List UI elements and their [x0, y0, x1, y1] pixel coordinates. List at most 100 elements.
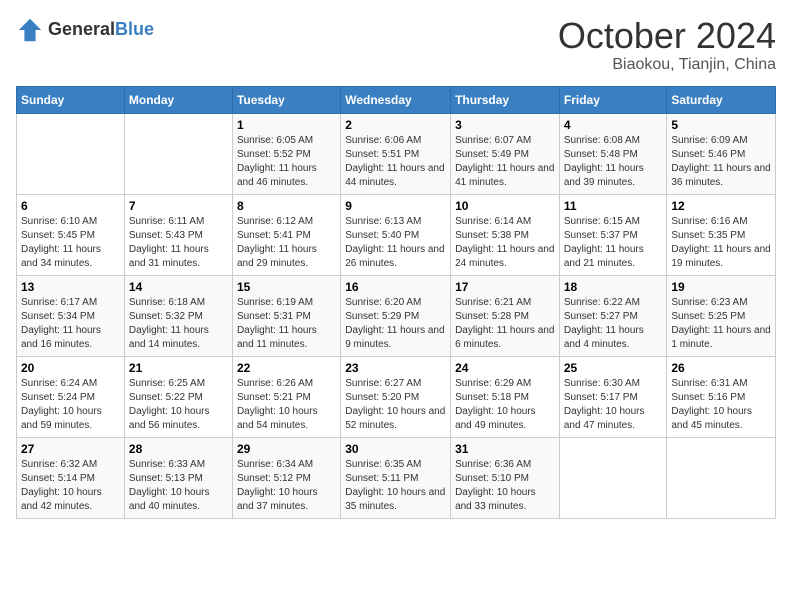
day-number: 31 — [455, 442, 555, 456]
calendar-cell: 13 Sunrise: 6:17 AMSunset: 5:34 PMDaylig… — [17, 275, 125, 356]
calendar-cell: 21 Sunrise: 6:25 AMSunset: 5:22 PMDaylig… — [124, 356, 232, 437]
calendar-cell: 18 Sunrise: 6:22 AMSunset: 5:27 PMDaylig… — [559, 275, 667, 356]
day-info: Sunrise: 6:32 AMSunset: 5:14 PMDaylight:… — [21, 459, 102, 512]
day-info: Sunrise: 6:36 AMSunset: 5:10 PMDaylight:… — [455, 459, 536, 512]
calendar-cell: 26 Sunrise: 6:31 AMSunset: 5:16 PMDaylig… — [667, 356, 776, 437]
calendar-cell: 29 Sunrise: 6:34 AMSunset: 5:12 PMDaylig… — [232, 437, 340, 518]
calendar-cell: 24 Sunrise: 6:29 AMSunset: 5:18 PMDaylig… — [451, 356, 560, 437]
day-info: Sunrise: 6:20 AMSunset: 5:29 PMDaylight:… — [345, 297, 444, 350]
day-number: 11 — [564, 199, 663, 213]
day-info: Sunrise: 6:15 AMSunset: 5:37 PMDaylight:… — [564, 216, 644, 269]
day-number: 29 — [237, 442, 336, 456]
day-number: 9 — [345, 199, 446, 213]
calendar-cell: 31 Sunrise: 6:36 AMSunset: 5:10 PMDaylig… — [451, 437, 560, 518]
calendar-cell: 15 Sunrise: 6:19 AMSunset: 5:31 PMDaylig… — [232, 275, 340, 356]
day-number: 6 — [21, 199, 120, 213]
calendar-cell: 30 Sunrise: 6:35 AMSunset: 5:11 PMDaylig… — [341, 437, 451, 518]
day-number: 27 — [21, 442, 120, 456]
calendar-cell — [17, 113, 125, 194]
page-header: GeneralBlue October 2024 Biaokou, Tianji… — [16, 16, 776, 74]
day-info: Sunrise: 6:18 AMSunset: 5:32 PMDaylight:… — [129, 297, 209, 350]
day-info: Sunrise: 6:19 AMSunset: 5:31 PMDaylight:… — [237, 297, 317, 350]
day-number: 13 — [21, 280, 120, 294]
day-header-friday: Friday — [559, 86, 667, 113]
day-number: 5 — [671, 118, 771, 132]
calendar-cell — [667, 437, 776, 518]
calendar-cell: 3 Sunrise: 6:07 AMSunset: 5:49 PMDayligh… — [451, 113, 560, 194]
day-number: 7 — [129, 199, 228, 213]
calendar-cell: 14 Sunrise: 6:18 AMSunset: 5:32 PMDaylig… — [124, 275, 232, 356]
day-info: Sunrise: 6:34 AMSunset: 5:12 PMDaylight:… — [237, 459, 318, 512]
day-info: Sunrise: 6:08 AMSunset: 5:48 PMDaylight:… — [564, 135, 644, 188]
day-info: Sunrise: 6:29 AMSunset: 5:18 PMDaylight:… — [455, 378, 536, 431]
day-number: 12 — [671, 199, 771, 213]
calendar-cell: 11 Sunrise: 6:15 AMSunset: 5:37 PMDaylig… — [559, 194, 667, 275]
calendar-cell: 23 Sunrise: 6:27 AMSunset: 5:20 PMDaylig… — [341, 356, 451, 437]
day-info: Sunrise: 6:27 AMSunset: 5:20 PMDaylight:… — [345, 378, 445, 431]
calendar-cell: 9 Sunrise: 6:13 AMSunset: 5:40 PMDayligh… — [341, 194, 451, 275]
day-number: 16 — [345, 280, 446, 294]
calendar-body: 1 Sunrise: 6:05 AMSunset: 5:52 PMDayligh… — [17, 113, 776, 518]
day-header-saturday: Saturday — [667, 86, 776, 113]
month-title: October 2024 — [558, 16, 776, 56]
day-info: Sunrise: 6:21 AMSunset: 5:28 PMDaylight:… — [455, 297, 554, 350]
calendar-cell: 10 Sunrise: 6:14 AMSunset: 5:38 PMDaylig… — [451, 194, 560, 275]
calendar-cell: 4 Sunrise: 6:08 AMSunset: 5:48 PMDayligh… — [559, 113, 667, 194]
day-info: Sunrise: 6:06 AMSunset: 5:51 PMDaylight:… — [345, 135, 444, 188]
day-info: Sunrise: 6:31 AMSunset: 5:16 PMDaylight:… — [671, 378, 752, 431]
day-info: Sunrise: 6:23 AMSunset: 5:25 PMDaylight:… — [671, 297, 770, 350]
calendar-cell: 22 Sunrise: 6:26 AMSunset: 5:21 PMDaylig… — [232, 356, 340, 437]
day-header-sunday: Sunday — [17, 86, 125, 113]
calendar-cell — [124, 113, 232, 194]
day-info: Sunrise: 6:17 AMSunset: 5:34 PMDaylight:… — [21, 297, 101, 350]
calendar-cell: 16 Sunrise: 6:20 AMSunset: 5:29 PMDaylig… — [341, 275, 451, 356]
day-info: Sunrise: 6:24 AMSunset: 5:24 PMDaylight:… — [21, 378, 102, 431]
day-number: 4 — [564, 118, 663, 132]
day-number: 23 — [345, 361, 446, 375]
day-number: 2 — [345, 118, 446, 132]
calendar-cell: 27 Sunrise: 6:32 AMSunset: 5:14 PMDaylig… — [17, 437, 125, 518]
logo-icon — [16, 16, 44, 44]
calendar-cell: 12 Sunrise: 6:16 AMSunset: 5:35 PMDaylig… — [667, 194, 776, 275]
calendar-week-5: 27 Sunrise: 6:32 AMSunset: 5:14 PMDaylig… — [17, 437, 776, 518]
day-number: 24 — [455, 361, 555, 375]
day-number: 8 — [237, 199, 336, 213]
calendar-cell: 17 Sunrise: 6:21 AMSunset: 5:28 PMDaylig… — [451, 275, 560, 356]
day-info: Sunrise: 6:16 AMSunset: 5:35 PMDaylight:… — [671, 216, 770, 269]
day-header-monday: Monday — [124, 86, 232, 113]
day-number: 14 — [129, 280, 228, 294]
day-number: 3 — [455, 118, 555, 132]
calendar-week-1: 1 Sunrise: 6:05 AMSunset: 5:52 PMDayligh… — [17, 113, 776, 194]
calendar-cell: 6 Sunrise: 6:10 AMSunset: 5:45 PMDayligh… — [17, 194, 125, 275]
calendar-cell: 28 Sunrise: 6:33 AMSunset: 5:13 PMDaylig… — [124, 437, 232, 518]
calendar-cell: 20 Sunrise: 6:24 AMSunset: 5:24 PMDaylig… — [17, 356, 125, 437]
day-info: Sunrise: 6:30 AMSunset: 5:17 PMDaylight:… — [564, 378, 645, 431]
calendar-week-3: 13 Sunrise: 6:17 AMSunset: 5:34 PMDaylig… — [17, 275, 776, 356]
title-block: October 2024 Biaokou, Tianjin, China — [558, 16, 776, 74]
day-number: 26 — [671, 361, 771, 375]
day-info: Sunrise: 6:14 AMSunset: 5:38 PMDaylight:… — [455, 216, 554, 269]
day-info: Sunrise: 6:35 AMSunset: 5:11 PMDaylight:… — [345, 459, 445, 512]
logo-general: General — [48, 19, 115, 39]
calendar-cell: 8 Sunrise: 6:12 AMSunset: 5:41 PMDayligh… — [232, 194, 340, 275]
calendar-cell: 5 Sunrise: 6:09 AMSunset: 5:46 PMDayligh… — [667, 113, 776, 194]
day-info: Sunrise: 6:09 AMSunset: 5:46 PMDaylight:… — [671, 135, 770, 188]
day-number: 22 — [237, 361, 336, 375]
day-header-tuesday: Tuesday — [232, 86, 340, 113]
day-info: Sunrise: 6:33 AMSunset: 5:13 PMDaylight:… — [129, 459, 210, 512]
location-title: Biaokou, Tianjin, China — [558, 56, 776, 74]
day-header-wednesday: Wednesday — [341, 86, 451, 113]
day-info: Sunrise: 6:25 AMSunset: 5:22 PMDaylight:… — [129, 378, 210, 431]
calendar-cell: 7 Sunrise: 6:11 AMSunset: 5:43 PMDayligh… — [124, 194, 232, 275]
calendar-cell — [559, 437, 667, 518]
day-number: 10 — [455, 199, 555, 213]
day-number: 21 — [129, 361, 228, 375]
day-number: 1 — [237, 118, 336, 132]
calendar-header-row: SundayMondayTuesdayWednesdayThursdayFrid… — [17, 86, 776, 113]
day-number: 15 — [237, 280, 336, 294]
calendar-cell: 25 Sunrise: 6:30 AMSunset: 5:17 PMDaylig… — [559, 356, 667, 437]
calendar-cell: 19 Sunrise: 6:23 AMSunset: 5:25 PMDaylig… — [667, 275, 776, 356]
day-info: Sunrise: 6:12 AMSunset: 5:41 PMDaylight:… — [237, 216, 317, 269]
logo: GeneralBlue — [16, 16, 154, 44]
calendar-cell: 2 Sunrise: 6:06 AMSunset: 5:51 PMDayligh… — [341, 113, 451, 194]
